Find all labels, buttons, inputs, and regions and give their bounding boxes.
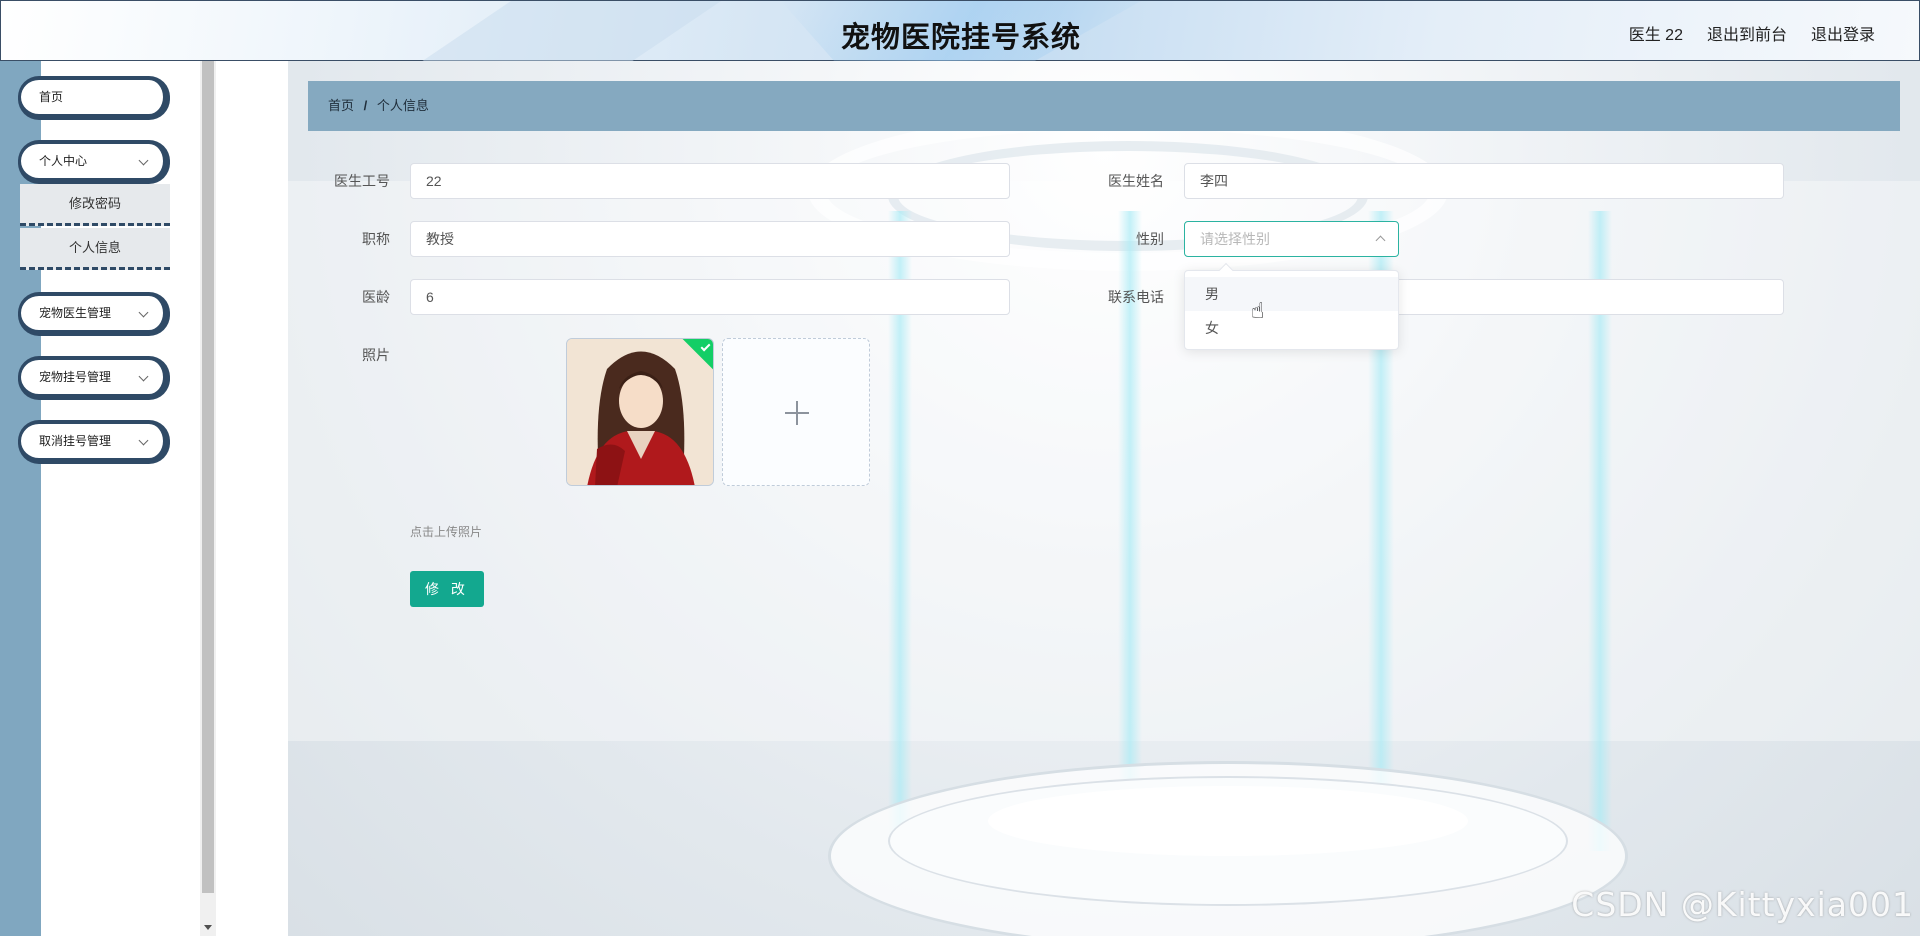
chevron-down-icon (138, 307, 149, 318)
chevron-down-icon (138, 435, 149, 446)
doctor-id-label: 医生工号 (334, 173, 390, 189)
submit-button[interactable]: 修 改 (410, 571, 484, 607)
sidebar-item-label: 宠物挂号管理 (39, 370, 112, 384)
sidebar-item-doctor-management[interactable]: 宠物医生管理 (18, 292, 170, 334)
sidebar-item-label: 首页 (39, 90, 64, 104)
gender-option-female[interactable]: 女 (1185, 311, 1398, 345)
sidebar-item-register-management[interactable]: 宠物挂号管理 (18, 356, 170, 398)
submenu-item-change-password[interactable]: 修改密码 (20, 184, 170, 226)
main-content: 首页 / 个人信息 医生工号 22 医生姓名 李四 职称 教授 性别 请选择性别… (288, 61, 1920, 936)
scrollbar-thumb[interactable] (202, 61, 214, 893)
logout-link[interactable]: 退出登录 (1811, 21, 1875, 45)
doctor-name-input[interactable]: 李四 (1184, 163, 1784, 199)
current-user[interactable]: 医生 22 (1629, 21, 1683, 45)
age-label: 医龄 (362, 289, 390, 305)
doctor-name-label: 医生姓名 (1108, 173, 1164, 189)
sidebar-item-label: 取消挂号管理 (39, 434, 112, 448)
gender-placeholder: 请选择性别 (1200, 231, 1270, 247)
gender-dropdown: 男 女 (1184, 262, 1399, 350)
phone-label: 联系电话 (1108, 289, 1164, 305)
chevron-up-icon (1375, 235, 1386, 246)
sidebar-item-label: 宠物医生管理 (39, 306, 112, 320)
scroll-down-arrow-icon[interactable] (204, 925, 212, 930)
upload-hint: 点击上传照片 (410, 525, 483, 539)
title-input[interactable]: 教授 (410, 221, 1010, 257)
submenu-item-label: 修改密码 (68, 196, 121, 211)
photo-label: 照片 (362, 347, 390, 363)
sidebar-item-home[interactable]: 首页 (18, 76, 170, 118)
submenu-item-label: 个人信息 (68, 240, 121, 255)
breadcrumb: 首页 / 个人信息 (308, 81, 1900, 131)
sidebar-item-cancel-management[interactable]: 取消挂号管理 (18, 420, 170, 462)
watermark: CSDN @Kittyxia001 (1571, 885, 1914, 924)
age-input[interactable]: 6 (410, 279, 1010, 315)
breadcrumb-home[interactable]: 首页 (328, 98, 354, 113)
breadcrumb-separator: / (363, 98, 368, 113)
chevron-down-icon (138, 155, 149, 166)
top-header: 宠物医院挂号系统 医生 22 退出到前台 退出登录 (0, 0, 1920, 62)
photo-upload-button[interactable] (722, 338, 870, 486)
chevron-down-icon (138, 371, 149, 382)
header-links: 医生 22 退出到前台 退出登录 (1629, 21, 1875, 45)
stage-platform-top (988, 786, 1468, 856)
title-label: 职称 (362, 231, 390, 247)
gender-select[interactable]: 请选择性别 (1184, 221, 1399, 257)
sidebar-item-personal-center[interactable]: 个人中心 (18, 140, 170, 182)
uploaded-photo[interactable] (566, 338, 714, 486)
sidebar-item-label: 个人中心 (39, 154, 88, 168)
breadcrumb-current: 个人信息 (376, 98, 429, 113)
back-to-front-link[interactable]: 退出到前台 (1707, 21, 1787, 45)
sidebar-scrollbar[interactable] (200, 61, 216, 936)
submenu-item-personal-info[interactable]: 个人信息 (20, 228, 170, 270)
portrait-image (567, 339, 713, 485)
doctor-id-input[interactable]: 22 (410, 163, 1010, 199)
gender-label: 性别 (1136, 231, 1164, 247)
gender-option-male[interactable]: 男 (1185, 277, 1398, 311)
sidebar-gutter (216, 61, 288, 936)
plus-icon (796, 401, 798, 425)
hand-cursor-icon: ☝ (1251, 298, 1265, 323)
